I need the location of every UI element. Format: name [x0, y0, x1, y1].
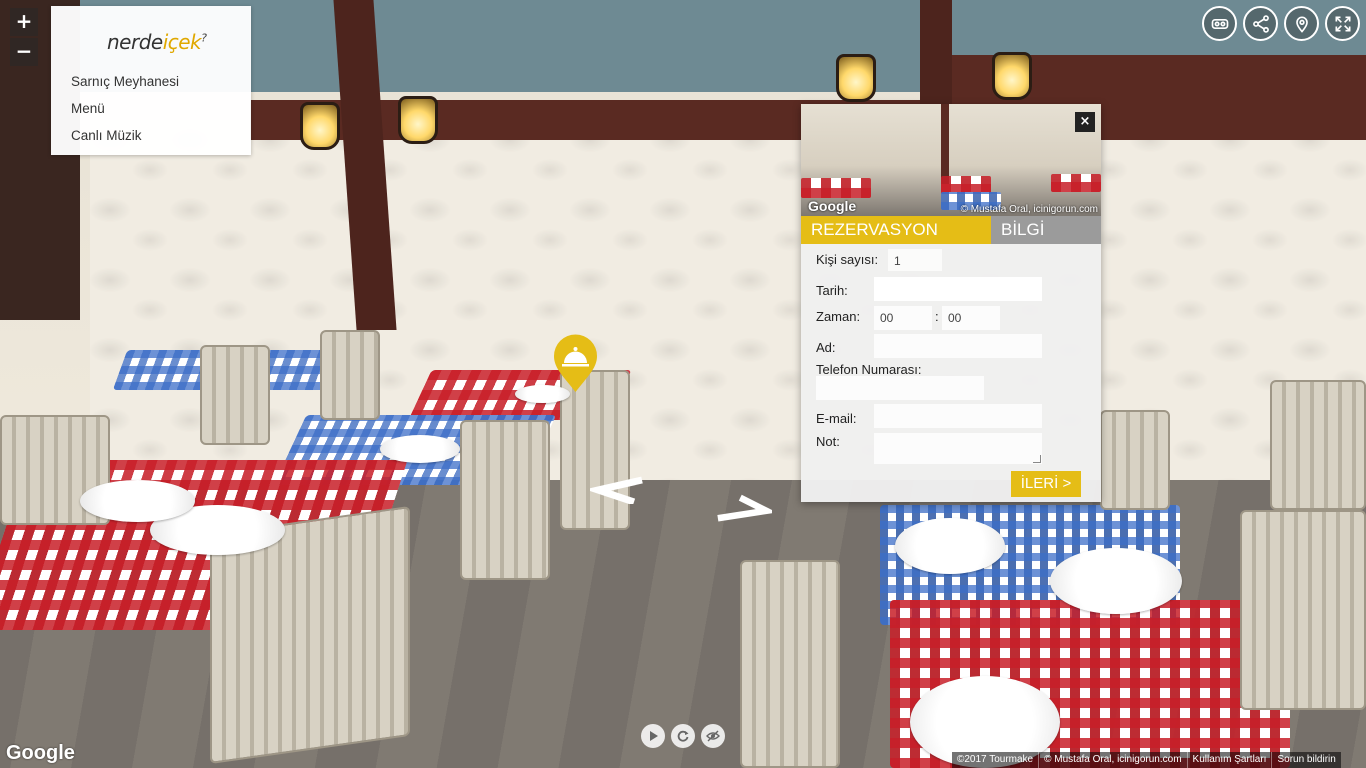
wooden-chair: [460, 420, 550, 580]
fullscreen-button[interactable]: [1325, 6, 1360, 41]
auto-rotate-button[interactable]: [671, 724, 695, 748]
hour-field[interactable]: 00: [874, 306, 932, 330]
time-label: Zaman:: [816, 309, 861, 324]
wooden-chair: [200, 345, 270, 445]
playback-controls: [641, 724, 725, 748]
phone-field[interactable]: [816, 376, 984, 400]
phone-label: Telefon Numarası:: [816, 362, 922, 377]
date-label: Tarih:: [816, 283, 848, 298]
restaurant-hotspot-pin[interactable]: [553, 334, 598, 394]
wall-lantern: [398, 96, 438, 144]
wooden-chair: [320, 330, 380, 420]
plate: [1050, 548, 1182, 614]
zoom-in-button[interactable]: +: [10, 8, 38, 36]
autoplay-button[interactable]: [641, 724, 665, 748]
menu-item-sarnic-meyhanesi[interactable]: Sarnıç Meyhanesi: [71, 74, 179, 101]
textarea-resize-handle[interactable]: [1033, 455, 1041, 463]
logo-superscript: ?: [201, 31, 207, 45]
fullscreen-icon: [1335, 16, 1350, 31]
copyright-text[interactable]: ©2017 Tourmake: [952, 752, 1040, 768]
logo-text-main: nerde: [107, 30, 163, 54]
hide-hotspots-button[interactable]: [701, 724, 725, 748]
wooden-chair: [1100, 410, 1170, 510]
people-count-field[interactable]: 1: [888, 249, 942, 271]
minute-field[interactable]: 00: [942, 306, 1000, 330]
terms-link[interactable]: Kullanım Şartları: [1188, 752, 1273, 768]
wall-lantern: [300, 102, 340, 150]
close-button[interactable]: ×: [1075, 112, 1095, 132]
logo-text-accent: içek: [162, 30, 202, 54]
zoom-out-button[interactable]: −: [10, 38, 38, 66]
nerdeicek-logo[interactable]: nerdeiçek?: [107, 30, 207, 54]
google-logo[interactable]: Google: [6, 742, 75, 765]
wooden-chair: [1240, 510, 1366, 710]
photo-google-logo: Google: [808, 198, 857, 214]
people-count-label: Kişi sayısı:: [816, 252, 879, 267]
nav-arrow-right[interactable]: [716, 494, 772, 522]
photo-post: [941, 104, 949, 184]
plate: [80, 480, 195, 522]
menu-item-menu[interactable]: Menü: [71, 101, 179, 128]
photo-credit-footer[interactable]: © Mustafa Oral, icinigorun.com: [1039, 752, 1188, 768]
name-field[interactable]: [874, 334, 1042, 358]
photo-credit[interactable]: © Mustafa Oral, icinigorun.com: [961, 204, 1098, 215]
nav-arrow-left[interactable]: [590, 476, 646, 504]
vr-mode-button[interactable]: [1202, 6, 1237, 41]
restaurant-cloche-icon: [554, 334, 597, 392]
location-pin-icon: [1295, 16, 1308, 33]
report-problem-link[interactable]: Sorun bildirin: [1272, 752, 1340, 768]
wooden-chair: [740, 560, 840, 768]
tab-rezervasyon[interactable]: REZERVASYON: [801, 216, 991, 244]
note-textarea[interactable]: [874, 433, 1042, 464]
next-button[interactable]: İLERİ >: [1011, 471, 1081, 497]
email-field[interactable]: [874, 404, 1042, 428]
eye-hide-icon: [706, 730, 720, 742]
date-field[interactable]: [874, 277, 1042, 301]
wooden-post: [920, 0, 952, 110]
play-icon: [650, 731, 658, 741]
plate: [895, 518, 1005, 574]
share-button[interactable]: [1243, 6, 1278, 41]
time-separator: :: [935, 309, 939, 324]
photo-table: [801, 178, 871, 198]
wall-lantern: [836, 54, 876, 102]
email-label: E-mail:: [816, 411, 857, 426]
attribution-footer: ©2017 Tourmake © Mustafa Oral, icinigoru…: [952, 752, 1341, 768]
note-label: Not:: [816, 434, 840, 449]
vr-headset-icon: [1211, 18, 1228, 29]
stucco-wall: [90, 120, 1366, 500]
wooden-chair: [1270, 380, 1366, 510]
share-icon: [1252, 14, 1269, 33]
top-right-toolbar: [1202, 6, 1360, 41]
plate: [380, 435, 460, 463]
venue-photo: Google © Mustafa Oral, icinigorun.com ×: [801, 104, 1101, 216]
menu-item-canli-muzik[interactable]: Canlı Müzik: [71, 128, 179, 155]
photo-table: [1051, 174, 1101, 192]
reservation-popup: Google © Mustafa Oral, icinigorun.com × …: [801, 104, 1101, 502]
menu-list: Sarnıç Meyhanesi Menü Canlı Müzik: [71, 74, 179, 155]
name-label: Ad:: [816, 340, 836, 355]
popup-tabs: REZERVASYON BİLGİ: [801, 216, 1101, 244]
tab-bilgi[interactable]: BİLGİ: [991, 216, 1101, 244]
zoom-controls: + −: [10, 8, 38, 66]
location-button[interactable]: [1284, 6, 1319, 41]
wall-lantern: [992, 52, 1032, 100]
venue-menu-panel: nerdeiçek? Sarnıç Meyhanesi Menü Canlı M…: [51, 6, 251, 155]
rotate-icon: [677, 730, 689, 742]
